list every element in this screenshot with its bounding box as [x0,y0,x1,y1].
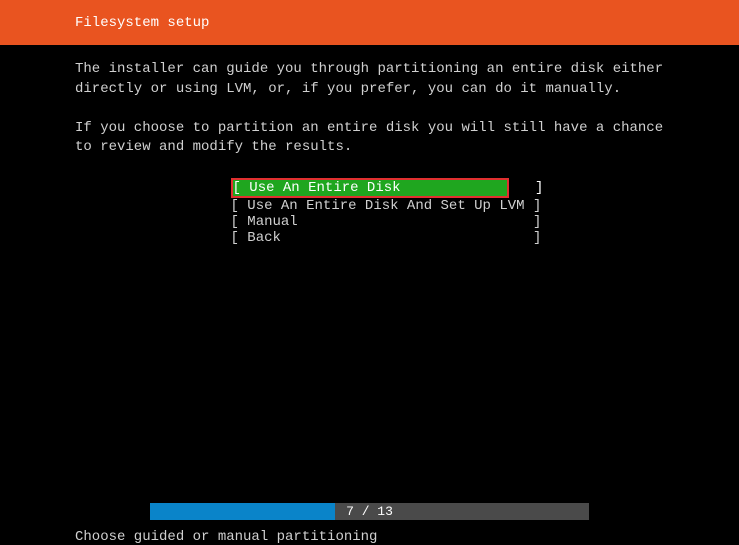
description-text: The installer can guide you through part… [75,60,664,158]
description-para-1: The installer can guide you through part… [75,60,664,99]
menu-item-use-entire-disk-lvm[interactable]: [ Use An Entire Disk And Set Up LVM ] [231,198,509,214]
header-bar: Filesystem setup [0,0,739,45]
page-title: Filesystem setup [75,15,209,31]
footer-hint: Choose guided or manual partitioning [75,529,377,545]
menu-item-manual[interactable]: [ Manual ] [231,214,509,230]
menu-item-use-entire-disk[interactable]: [ Use An Entire Disk ] [231,178,509,198]
menu-list: [ Use An Entire Disk ] [ Use An Entire D… [75,178,664,246]
progress-text: 7 / 13 [0,503,739,520]
content-area: The installer can guide you through part… [0,45,739,246]
progress-bar: 7 / 13 [0,503,739,521]
menu-item-back[interactable]: [ Back ] [231,230,509,246]
description-para-2: If you choose to partition an entire dis… [75,119,664,158]
